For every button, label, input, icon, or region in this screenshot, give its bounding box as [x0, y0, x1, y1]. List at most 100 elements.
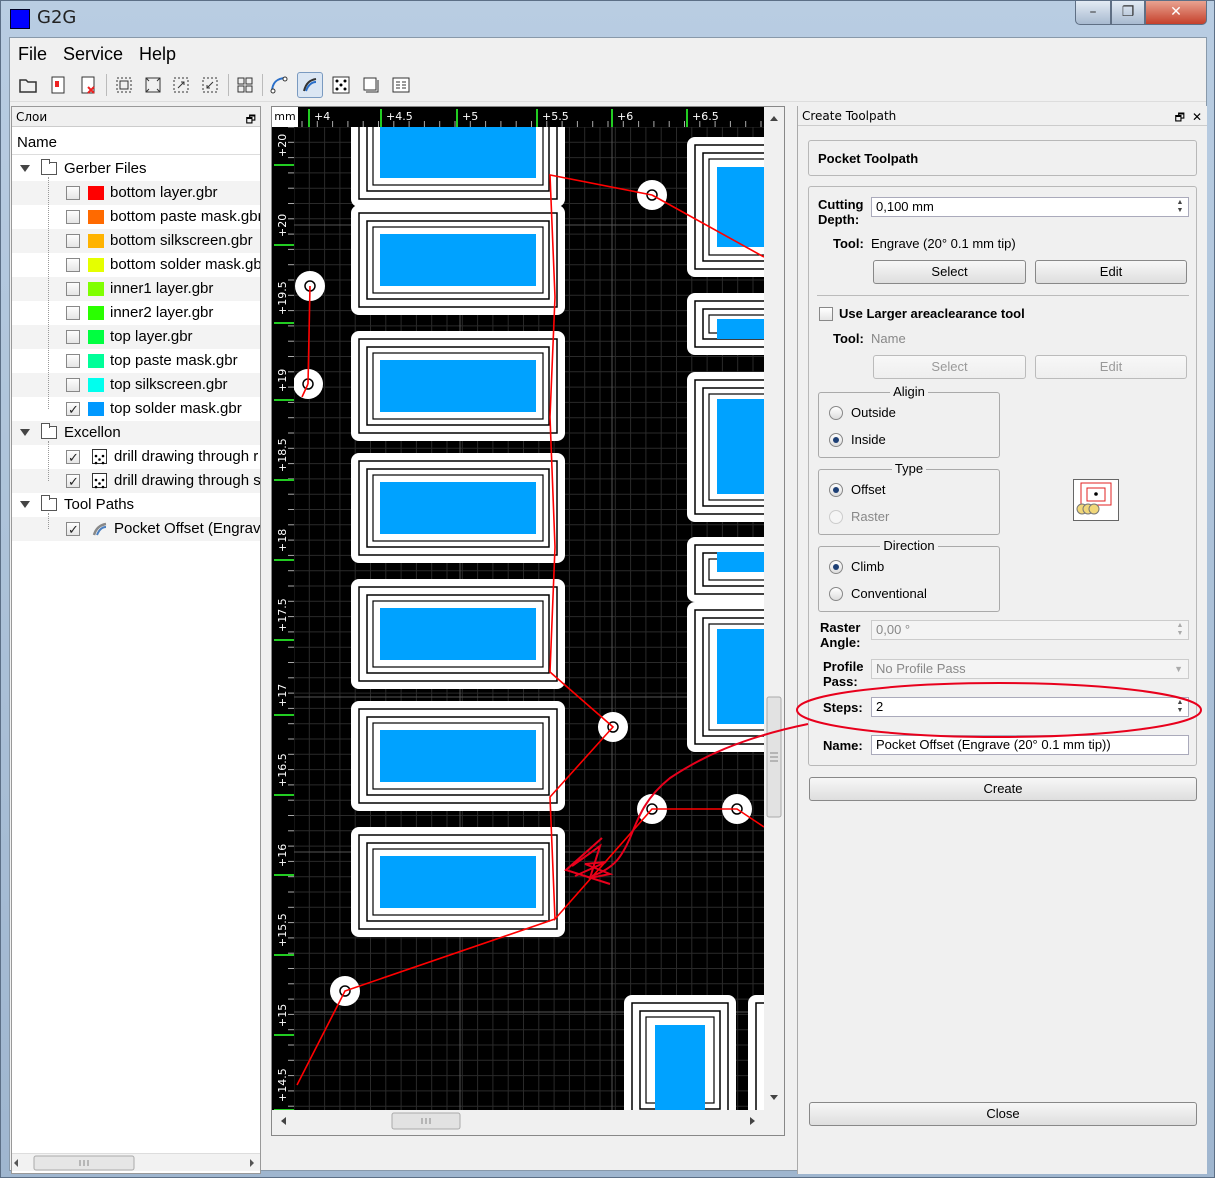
ruler-y-tick-label: +16	[276, 844, 289, 867]
ruler-y-tick-label: +15.5	[276, 913, 289, 947]
layer-label: top silkscreen.gbr	[110, 376, 228, 393]
gcode-export-icon[interactable]	[388, 72, 414, 98]
client-area: File Service Help Слои 🗗 Name Gerber Fil…	[9, 37, 1207, 1174]
profile-toolpath-icon[interactable]	[266, 72, 292, 98]
tree-layer-item[interactable]: drill drawing through s	[12, 469, 260, 493]
align-outside-radio[interactable]	[829, 406, 843, 420]
material-icon[interactable]	[358, 72, 384, 98]
pcb-drawing[interactable]	[272, 107, 764, 1110]
type-offset-radio[interactable]	[829, 483, 843, 497]
layer-visibility-checkbox[interactable]	[66, 186, 80, 200]
tree-layer-item[interactable]: bottom solder mask.gbr	[12, 253, 260, 277]
steps-input[interactable]: 2 ▲ ▼	[871, 697, 1189, 717]
copper-pad	[380, 856, 536, 908]
zoom-in-icon[interactable]	[168, 72, 194, 98]
layer-visibility-checkbox[interactable]	[66, 210, 80, 224]
drill-toolpath-icon[interactable]	[328, 72, 354, 98]
copper-pad	[717, 629, 764, 724]
layer-visibility-checkbox[interactable]	[66, 306, 80, 320]
maximize-button[interactable]: ❐	[1111, 1, 1145, 25]
layer-visibility-checkbox[interactable]	[66, 258, 80, 272]
use-larger-tool-checkbox[interactable]	[819, 307, 833, 321]
tree-group[interactable]: Tool Paths	[12, 493, 260, 517]
tree-layer-item[interactable]: inner1 layer.gbr	[12, 277, 260, 301]
profile-pass-select[interactable]: No Profile Pass ▼	[871, 659, 1189, 679]
expand-arrow-icon[interactable]	[20, 429, 30, 436]
tree-layer-item[interactable]: top layer.gbr	[12, 325, 260, 349]
spin-arrows-icon[interactable]: ▲ ▼	[1174, 699, 1186, 715]
pocket-toolpath-icon	[92, 521, 108, 537]
edit-tool-button[interactable]: Edit	[1035, 260, 1187, 284]
pcb-canvas[interactable]: mm +4 +4.5 +5 +5.5 +6 +6.5 +20 +20 +19.5 +19 +18.…	[272, 107, 764, 1110]
raster-angle-input[interactable]: 0,00 ° ▲ ▼	[871, 620, 1189, 640]
menu-file[interactable]: File	[18, 44, 47, 65]
tree-layer-item[interactable]: top paste mask.gbr	[12, 349, 260, 373]
layer-color-swatch	[88, 282, 104, 296]
layer-visibility-checkbox[interactable]	[66, 398, 80, 421]
align-group: Aligin Outside Inside	[818, 384, 1000, 458]
layer-visibility-checkbox[interactable]	[66, 354, 80, 368]
layer-visibility-checkbox[interactable]	[66, 446, 80, 469]
tree-column-header[interactable]: Name	[12, 131, 260, 155]
minimize-button[interactable]: –	[1075, 1, 1111, 25]
open-folder-icon[interactable]	[15, 72, 41, 98]
name-input[interactable]: Pocket Offset (Engrave (20° 0.1 mm tip))	[871, 735, 1189, 755]
tree-layer-item[interactable]: top solder mask.gbr	[12, 397, 260, 421]
layer-label: drill drawing through s	[114, 472, 260, 489]
direction-conventional-radio[interactable]	[829, 587, 843, 601]
expand-arrow-icon[interactable]	[20, 501, 30, 508]
copper-pad	[717, 552, 764, 572]
layer-visibility-checkbox[interactable]	[66, 282, 80, 296]
dock-float-icon[interactable]: 🗗	[246, 110, 256, 130]
dock-float-icon[interactable]: 🗗	[1175, 108, 1185, 128]
open-gerber-icon[interactable]	[45, 72, 71, 98]
layer-visibility-checkbox[interactable]	[66, 470, 80, 493]
tree-group[interactable]: Excellon	[12, 421, 260, 445]
menu-help[interactable]: Help	[139, 44, 176, 65]
zoom-fit-icon[interactable]	[111, 72, 137, 98]
cutting-depth-input[interactable]: 0,100 mm ▲ ▼	[871, 197, 1189, 217]
menu-service[interactable]: Service	[63, 44, 123, 65]
profile-pass-label: Profile Pass:	[823, 659, 864, 689]
dock-close-icon[interactable]: ✕	[1192, 107, 1202, 127]
tree-group[interactable]: Gerber Files	[12, 157, 260, 181]
canvas-vertical-scrollbar[interactable]	[764, 107, 784, 1110]
close-file-icon[interactable]	[75, 72, 101, 98]
spin-arrows-icon[interactable]: ▲ ▼	[1174, 199, 1186, 215]
tree-layer-item[interactable]: Pocket Offset (Engrave	[12, 517, 260, 541]
layers-horizontal-scrollbar[interactable]	[12, 1153, 260, 1171]
select-tool2-button[interactable]: Select	[873, 355, 1026, 379]
canvas-horizontal-scrollbar[interactable]	[272, 1110, 764, 1132]
close-window-button[interactable]: ✕	[1145, 1, 1207, 25]
layer-label: top layer.gbr	[110, 328, 193, 345]
ruler-x-tick-label: +5.5	[542, 110, 569, 123]
layer-visibility-checkbox[interactable]	[66, 378, 80, 392]
create-button[interactable]: Create	[809, 777, 1197, 801]
type-raster-radio[interactable]	[829, 510, 843, 524]
tree-layer-item[interactable]: bottom layer.gbr	[12, 181, 260, 205]
tree-layer-item[interactable]: bottom silkscreen.gbr	[12, 229, 260, 253]
create-toolpath-dock: Create Toolpath 🗗 ✕ Pocket Toolpath Cutt…	[797, 106, 1207, 1174]
layer-visibility-checkbox[interactable]	[66, 330, 80, 344]
tree-layer-item[interactable]: top silkscreen.gbr	[12, 373, 260, 397]
spin-arrows-icon[interactable]: ▲ ▼	[1174, 622, 1186, 638]
layer-visibility-checkbox[interactable]	[66, 234, 80, 248]
title-bar[interactable]: G2G – ❐ ✕	[1, 1, 1214, 37]
tree-layer-item[interactable]: inner2 layer.gbr	[12, 301, 260, 325]
zoom-selection-icon[interactable]	[232, 72, 258, 98]
align-inside-radio[interactable]	[829, 433, 843, 447]
tree-layer-item[interactable]: bottom paste mask.gbr	[12, 205, 260, 229]
close-button[interactable]: Close	[809, 1102, 1197, 1126]
layer-visibility-checkbox[interactable]	[66, 518, 80, 541]
select-tool-button[interactable]: Select	[873, 260, 1026, 284]
zoom-out-icon[interactable]	[197, 72, 223, 98]
direction-climb-radio[interactable]	[829, 560, 843, 574]
expand-arrow-icon[interactable]	[20, 165, 30, 172]
folder-icon	[41, 159, 57, 175]
pocket-toolpath-icon[interactable]	[297, 72, 323, 98]
edit-tool2-button[interactable]: Edit	[1035, 355, 1187, 379]
zoom-all-icon[interactable]	[140, 72, 166, 98]
layer-label: bottom solder mask.gbr	[110, 256, 260, 273]
pcb-view[interactable]: mm +4 +4.5 +5 +5.5 +6 +6.5 +20 +20 +19.5 +19 +18.…	[271, 106, 785, 1136]
tree-layer-item[interactable]: drill drawing through r	[12, 445, 260, 469]
